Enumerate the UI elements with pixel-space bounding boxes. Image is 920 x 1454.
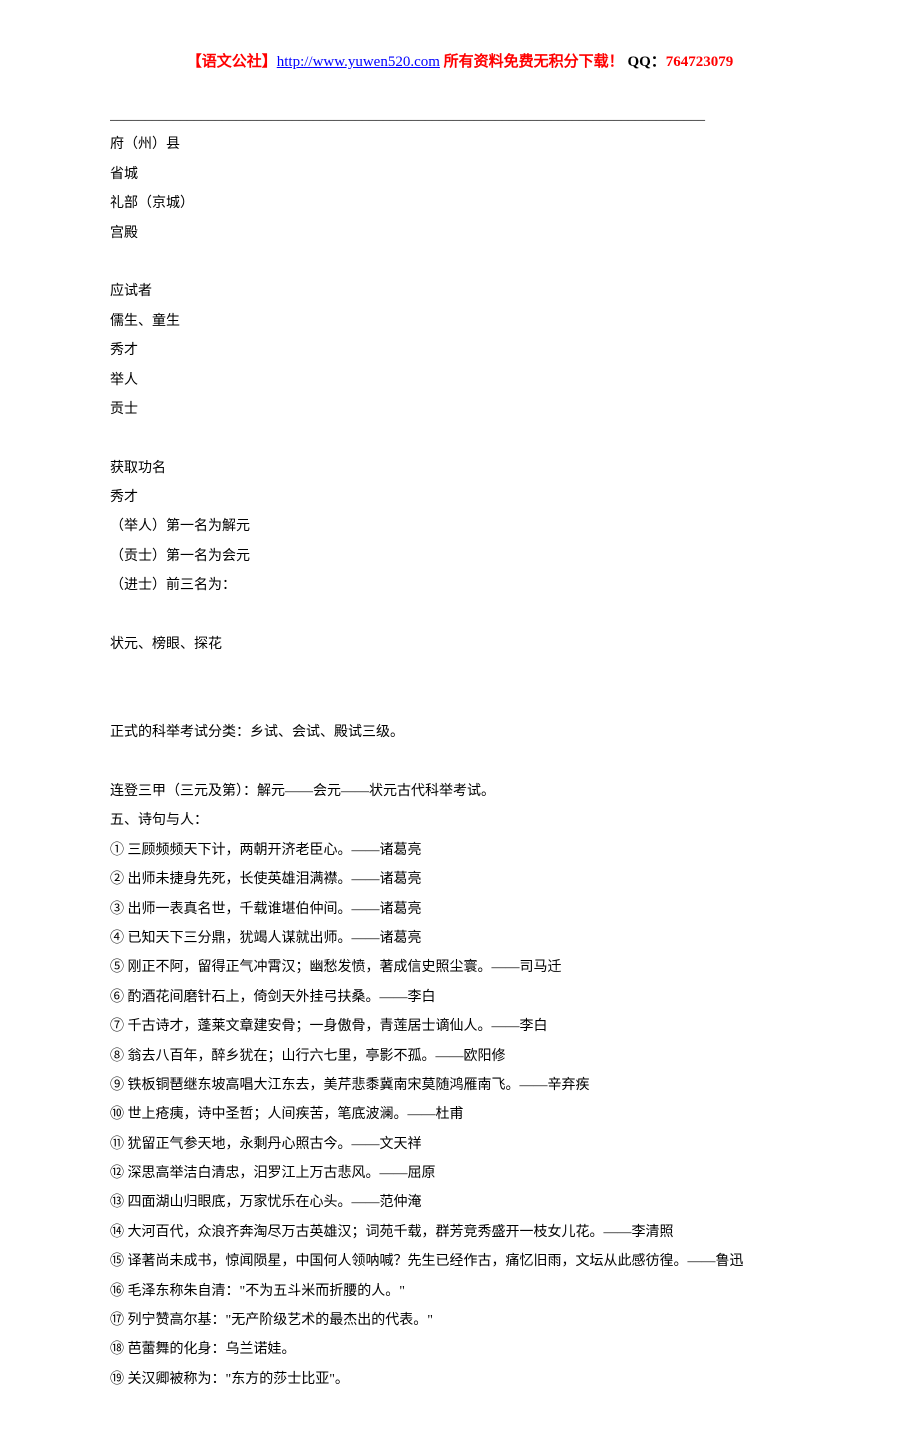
body-line: ① 三顾频频天下计，两朝开济老臣心。——诸葛亮 [110, 836, 810, 865]
body-line [110, 601, 810, 630]
header-suffix: 所有资料免费无积分下载！ [440, 54, 624, 70]
body-line: 省城 [110, 160, 810, 189]
document-body: ________________________________________… [110, 101, 810, 1394]
body-line: ⑧ 翁去八百年，醉乡犹在；山行六七里，亭影不孤。——欧阳修 [110, 1042, 810, 1071]
body-line: ⑭ 大河百代，众浪齐奔淘尽万古英雄汉；词苑千载，群芳竞秀盛开一枝女儿花。——李清… [110, 1218, 810, 1247]
brand-label: 【语文公社】 [187, 54, 277, 70]
body-line: 贡士 [110, 395, 810, 424]
body-line [110, 424, 810, 453]
body-line: ⑱ 芭蕾舞的化身：乌兰诺娃。 [110, 1335, 810, 1364]
body-line: 应试者 [110, 277, 810, 306]
body-line: ⑮ 译著尚未成书，惊闻陨星，中国何人领呐喊？先生已经作古，痛忆旧雨，文坛从此感彷… [110, 1247, 810, 1276]
body-line: 举人 [110, 366, 810, 395]
body-line: ⑥ 酌酒花间磨针石上，倚剑天外挂弓扶桑。——李白 [110, 983, 810, 1012]
body-line: 状元、榜眼、探花 [110, 630, 810, 659]
body-line: ⑤ 刚正不阿，留得正气冲霄汉；幽愁发愤，著成信史照尘寰。——司马迁 [110, 953, 810, 982]
body-line: ⑪ 犹留正气参天地，永剩丹心照古今。——文天祥 [110, 1130, 810, 1159]
body-line [110, 748, 810, 777]
body-line: 五、诗句与人： [110, 806, 810, 835]
body-line: ⑬ 四面湖山归眼底，万家忧乐在心头。——范仲淹 [110, 1188, 810, 1217]
page-header: 【语文公社】http://www.yuwen520.com 所有资料免费无积分下… [110, 50, 810, 71]
body-line: 宫殿 [110, 219, 810, 248]
body-line: 礼部（京城） [110, 189, 810, 218]
body-line: 正式的科举考试分类：乡试、会试、殿试三级。 [110, 718, 810, 747]
body-line: 连登三甲（三元及第）：解元——会元——状元古代科举考试。 [110, 777, 810, 806]
site-url-link[interactable]: http://www.yuwen520.com [277, 54, 440, 70]
body-line: 获取功名 [110, 454, 810, 483]
qq-number: 764723079 [666, 54, 734, 70]
qq-label: QQ： [627, 54, 665, 70]
body-text-container: 府（州）县省城礼部（京城）宫殿 应试者儒生、童生秀才举人贡士 获取功名秀才（举人… [110, 130, 810, 1394]
fill-blank-line: ________________________________________… [110, 101, 810, 130]
body-line: ⑲ 关汉卿被称为："东方的莎士比亚"。 [110, 1365, 810, 1394]
body-line: 秀才 [110, 483, 810, 512]
body-line: ⑩ 世上疮痍，诗中圣哲；人间疾苦，笔底波澜。——杜甫 [110, 1100, 810, 1129]
body-line: ② 出师未捷身先死，长使英雄泪满襟。——诸葛亮 [110, 865, 810, 894]
body-line: 府（州）县 [110, 130, 810, 159]
body-line: ③ 出师一表真名世，千载谁堪伯仲间。——诸葛亮 [110, 895, 810, 924]
body-line: ⑫ 深思高举洁白清忠，汨罗江上万古悲风。——屈原 [110, 1159, 810, 1188]
body-line: 儒生、童生 [110, 307, 810, 336]
body-line: ⑨ 铁板铜琶继东坡高唱大江东去，美芹悲黍冀南宋莫随鸿雁南飞。——辛弃疾 [110, 1071, 810, 1100]
body-line [110, 659, 810, 688]
document-page: 【语文公社】http://www.yuwen520.com 所有资料免费无积分下… [0, 0, 920, 1454]
body-line: （举人）第一名为解元 [110, 512, 810, 541]
body-line: （进士）前三名为： [110, 571, 810, 600]
body-line: ⑦ 千古诗才，蓬莱文章建安骨；一身傲骨，青莲居士谪仙人。——李白 [110, 1012, 810, 1041]
body-line: 秀才 [110, 336, 810, 365]
body-line: （贡士）第一名为会元 [110, 542, 810, 571]
body-line [110, 248, 810, 277]
body-line: ④ 已知天下三分鼎，犹竭人谋就出师。——诸葛亮 [110, 924, 810, 953]
body-line: ⑰ 列宁赞高尔基："无产阶级艺术的最杰出的代表。" [110, 1306, 810, 1335]
body-line [110, 689, 810, 718]
